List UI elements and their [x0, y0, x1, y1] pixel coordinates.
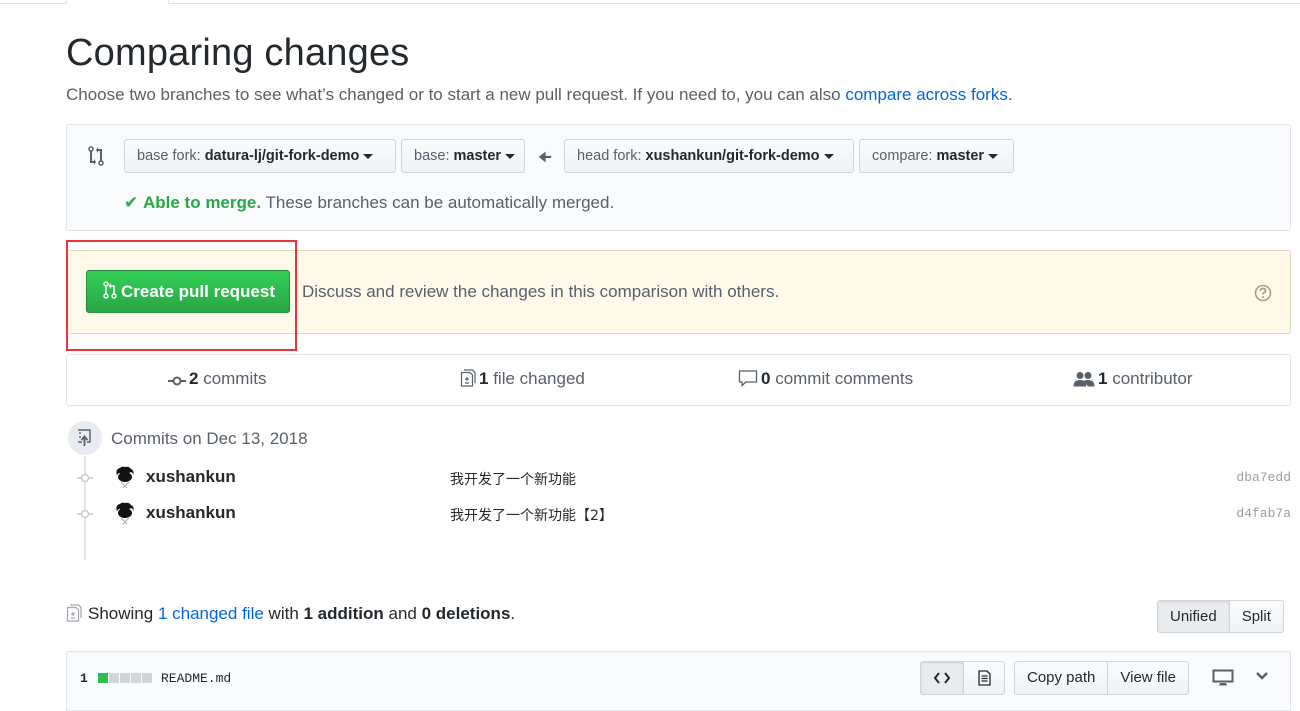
git-pull-request-icon — [103, 281, 117, 299]
diffstat-block-neutral — [120, 673, 130, 683]
question-icon[interactable] — [1254, 284, 1272, 302]
overall-summary: 2 commits 1 file changed 0 commit commen… — [66, 354, 1291, 406]
commit-row: xushankun 我开发了一个新功能【2】 d4fab7a — [66, 499, 1291, 529]
unified-view-button[interactable]: Unified — [1157, 600, 1230, 633]
arrow-left-icon: 🠈 — [538, 149, 552, 166]
file-view-mode-group — [920, 661, 1005, 695]
rich-diff-button[interactable] — [964, 661, 1005, 695]
repo-push-icon — [68, 421, 102, 455]
chevron-down-icon[interactable] — [1255, 671, 1269, 681]
avatar[interactable] — [114, 466, 136, 490]
view-file-button[interactable]: View file — [1108, 661, 1189, 695]
people-icon — [1073, 372, 1095, 387]
commit-author[interactable]: xushankun — [146, 503, 236, 523]
avatar[interactable] — [114, 502, 136, 526]
commit-message[interactable]: 我开发了一个新功能【2】 — [450, 505, 613, 525]
tab-border-left — [0, 0, 67, 4]
caret-down-icon — [988, 153, 999, 159]
check-icon: ✔ — [124, 193, 139, 212]
diff-view-toggle: Unified Split — [1157, 600, 1284, 633]
head-fork-select[interactable]: head fork: xushankun/git-fork-demo — [564, 139, 854, 173]
commit-row: xushankun 我开发了一个新功能 dba7edd — [66, 463, 1291, 493]
commit-author[interactable]: xushankun — [146, 467, 236, 487]
file-name-link[interactable]: README.md — [161, 671, 231, 686]
comment-icon — [738, 370, 758, 387]
base-fork-select[interactable]: base fork: datura-lj/git-fork-demo — [124, 139, 396, 173]
file-action-group: Copy path View file — [1014, 661, 1189, 695]
desktop-icon[interactable] — [1212, 669, 1234, 687]
commit-message[interactable]: 我开发了一个新功能 — [450, 469, 576, 489]
changed-files-link[interactable]: 1 changed file — [158, 604, 264, 623]
caret-down-icon — [363, 153, 374, 159]
create-pull-request-button[interactable]: Create pull request — [86, 270, 290, 313]
summary-files-changed[interactable]: 1 file changed — [460, 369, 585, 389]
copy-path-button[interactable]: Copy path — [1014, 661, 1109, 695]
caret-down-icon — [505, 153, 516, 159]
summary-commits[interactable]: 2 commits — [168, 369, 266, 389]
summary-commit-comments[interactable]: 0 commit comments — [738, 369, 913, 389]
diffstat-block-added — [98, 673, 108, 683]
create-pr-banner: Create pull request Discuss and review t… — [66, 250, 1291, 334]
split-view-button[interactable]: Split — [1229, 600, 1284, 633]
diff-summary: Showing 1 changed file with 1 addition a… — [66, 604, 515, 624]
diffstat-bar — [98, 673, 152, 683]
summary-contributors[interactable]: 1 contributor — [1073, 369, 1193, 389]
tab-border-right — [168, 0, 1300, 4]
file-diff-icon — [460, 369, 476, 387]
compare-branch-select[interactable]: compare: master — [859, 139, 1014, 173]
git-commit-icon — [77, 473, 93, 483]
git-commit-icon — [77, 509, 93, 519]
commit-sha[interactable]: d4fab7a — [1236, 506, 1291, 521]
source-diff-button[interactable] — [920, 661, 964, 695]
compare-across-forks-link[interactable]: compare across forks. — [845, 85, 1012, 104]
commits-group-title: Commits on Dec 13, 2018 — [111, 429, 308, 448]
commit-sha[interactable]: dba7edd — [1236, 470, 1291, 485]
range-editor: base fork: datura-lj/git-fork-demo base:… — [66, 124, 1291, 231]
code-icon — [934, 672, 950, 684]
file-diff-icon — [66, 604, 82, 622]
git-commit-icon — [168, 376, 186, 386]
git-compare-icon — [88, 146, 104, 166]
diffstat-block-neutral — [131, 673, 141, 683]
diffstat-count: 1 — [80, 671, 88, 686]
base-branch-select[interactable]: base: master — [401, 139, 525, 173]
page-subtitle: Choose two branches to see what’s change… — [66, 85, 1013, 104]
file-header: 1 README.md Copy path View file — [66, 651, 1291, 711]
file-text-icon — [977, 670, 991, 686]
pr-description: Discuss and review the changes in this c… — [302, 282, 780, 301]
diffstat-block-neutral — [109, 673, 119, 683]
diffstat-block-neutral — [142, 673, 152, 683]
caret-down-icon — [823, 153, 834, 159]
merge-status: ✔ Able to merge. These branches can be a… — [124, 193, 615, 212]
page-title: Comparing changes — [66, 32, 410, 74]
